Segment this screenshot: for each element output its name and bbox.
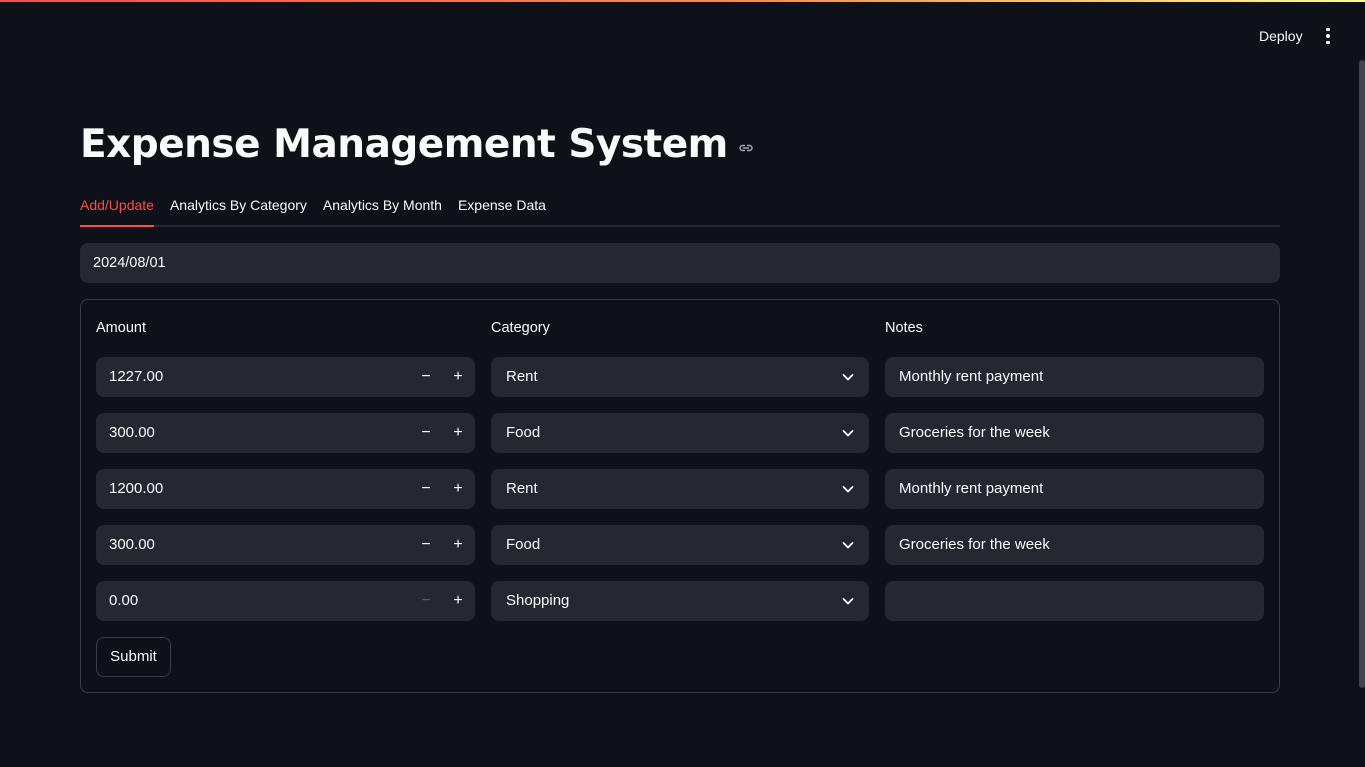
- amount-input[interactable]: 300.00 − +: [96, 413, 475, 453]
- category-select[interactable]: Rent: [491, 357, 869, 397]
- amount-value: 1200.00: [109, 480, 164, 497]
- amount-value: 300.00: [109, 536, 155, 553]
- category-select[interactable]: Shopping: [491, 581, 869, 621]
- notes-input[interactable]: Groceries for the week: [885, 413, 1264, 453]
- increment-button[interactable]: +: [442, 525, 474, 565]
- tab-add-update[interactable]: Add/Update: [80, 192, 154, 227]
- amount-value: 1227.00: [109, 368, 164, 385]
- notes-column-label: Notes: [885, 320, 923, 336]
- increment-button[interactable]: +: [442, 413, 474, 453]
- tab-analytics-by-month[interactable]: Analytics By Month: [323, 192, 442, 225]
- decrement-button[interactable]: −: [410, 581, 442, 621]
- category-value: Food: [506, 424, 541, 441]
- main-menu-button[interactable]: [1316, 24, 1340, 48]
- amount-input[interactable]: 1200.00 − +: [96, 469, 475, 509]
- menu-dot: [1326, 40, 1330, 45]
- category-select[interactable]: Rent: [491, 469, 869, 509]
- category-value: Rent: [506, 368, 538, 385]
- category-value: Rent: [506, 480, 538, 497]
- notes-input[interactable]: Monthly rent payment: [885, 469, 1264, 509]
- chevron-down-icon: [842, 486, 854, 493]
- notes-input[interactable]: Monthly rent payment: [885, 357, 1264, 397]
- increment-button[interactable]: +: [442, 581, 474, 621]
- chevron-down-icon: [842, 598, 854, 605]
- category-value: Food: [506, 536, 541, 553]
- deploy-button[interactable]: Deploy: [1248, 24, 1314, 48]
- category-select[interactable]: Food: [491, 413, 869, 453]
- page-title: Expense Management System: [80, 121, 728, 167]
- top-decoration-bar: [0, 0, 1365, 2]
- notes-input[interactable]: [885, 581, 1264, 621]
- decrement-button[interactable]: −: [410, 525, 442, 565]
- tab-bar: Add/Update Analytics By Category Analyti…: [80, 192, 1280, 227]
- amount-value: 0.00: [109, 592, 139, 609]
- submit-button[interactable]: Submit: [96, 637, 171, 677]
- chevron-down-icon: [842, 374, 854, 381]
- amount-value: 300.00: [109, 424, 155, 441]
- category-value: Shopping: [506, 592, 570, 609]
- decrement-button[interactable]: −: [410, 469, 442, 509]
- category-column-label: Category: [491, 320, 550, 336]
- title-row: Expense Management System: [80, 114, 754, 174]
- increment-button[interactable]: +: [442, 357, 474, 397]
- amount-input[interactable]: 0.00 − +: [96, 581, 475, 621]
- amount-input[interactable]: 300.00 − +: [96, 525, 475, 565]
- amount-input[interactable]: 1227.00 − +: [96, 357, 475, 397]
- chevron-down-icon: [842, 430, 854, 437]
- increment-button[interactable]: +: [442, 469, 474, 509]
- amount-column-label: Amount: [96, 320, 146, 336]
- tab-analytics-by-category[interactable]: Analytics By Category: [170, 192, 307, 225]
- chevron-down-icon: [842, 542, 854, 549]
- menu-dot: [1326, 34, 1330, 38]
- link-icon[interactable]: [738, 140, 754, 156]
- page-scrollbar[interactable]: [1359, 60, 1365, 688]
- tab-expense-data[interactable]: Expense Data: [458, 192, 546, 225]
- menu-dot: [1326, 27, 1330, 32]
- decrement-button[interactable]: −: [410, 357, 442, 397]
- category-select[interactable]: Food: [491, 525, 869, 565]
- decrement-button[interactable]: −: [410, 413, 442, 453]
- notes-input[interactable]: Groceries for the week: [885, 525, 1264, 565]
- date-input[interactable]: 2024/08/01: [80, 243, 1280, 283]
